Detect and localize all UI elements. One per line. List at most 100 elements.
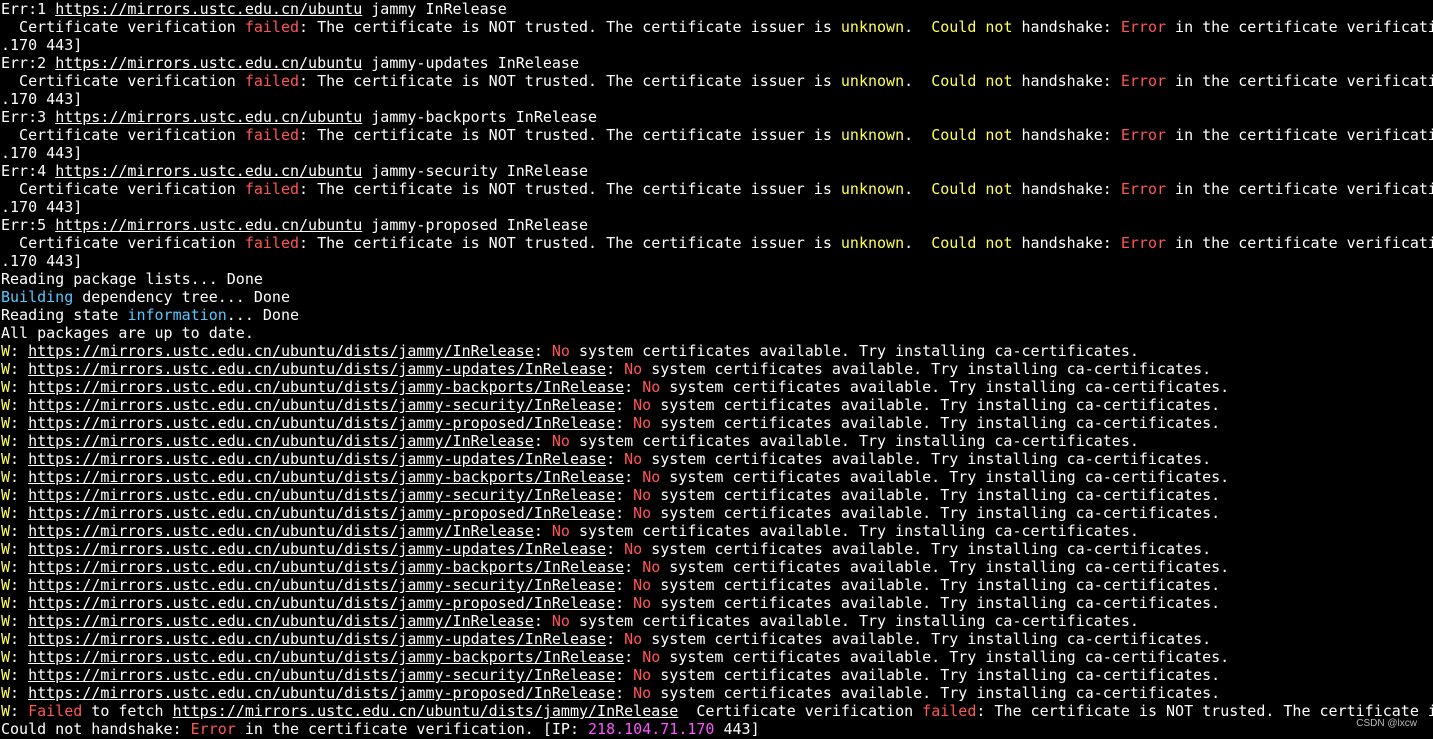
terminal-text: system certificates available. Try insta… <box>651 684 1221 702</box>
terminal-line: Could not handshake: Error in the certif… <box>1 720 1433 738</box>
terminal-url[interactable]: https://mirrors.ustc.edu.cn/ubuntu/dists… <box>28 432 534 450</box>
terminal-url[interactable]: https://mirrors.ustc.edu.cn/ubuntu/dists… <box>173 702 679 720</box>
terminal-text: Certificate verification <box>1 126 245 144</box>
terminal-url[interactable]: https://mirrors.ustc.edu.cn/ubuntu/dists… <box>28 342 534 360</box>
terminal-text: : <box>624 648 643 666</box>
terminal-text: No <box>633 486 652 504</box>
terminal-text: No <box>633 504 652 522</box>
terminal-text: Certificate verification <box>1 180 245 198</box>
terminal-url[interactable]: https://mirrors.ustc.edu.cn/ubuntu/dists… <box>28 558 624 576</box>
terminal-text: Could not handshake: <box>1 720 191 738</box>
terminal-line: W: https://mirrors.ustc.edu.cn/ubuntu/di… <box>1 684 1433 702</box>
terminal-url[interactable]: https://mirrors.ustc.edu.cn/ubuntu/dists… <box>28 468 624 486</box>
terminal-text: .170 443] <box>1 36 83 54</box>
terminal-line: W: https://mirrors.ustc.edu.cn/ubuntu/di… <box>1 558 1433 576</box>
terminal-text: . <box>904 126 932 144</box>
terminal-url[interactable]: https://mirrors.ustc.edu.cn/ubuntu <box>55 54 362 72</box>
terminal-text: : <box>10 450 29 468</box>
terminal-text: : <box>10 684 29 702</box>
terminal-url[interactable]: https://mirrors.ustc.edu.cn/ubuntu/dists… <box>28 360 606 378</box>
terminal-url[interactable]: https://mirrors.ustc.edu.cn/ubuntu/dists… <box>28 648 624 666</box>
terminal-url[interactable]: https://mirrors.ustc.edu.cn/ubuntu/dists… <box>28 684 615 702</box>
terminal-text: Building <box>1 288 74 306</box>
terminal-url[interactable]: https://mirrors.ustc.edu.cn/ubuntu/dists… <box>28 540 606 558</box>
terminal-text: W <box>1 630 11 648</box>
terminal-text: . <box>904 18 932 36</box>
terminal-text: Error <box>1120 126 1167 144</box>
terminal-text: W <box>1 576 11 594</box>
terminal-line: W: https://mirrors.ustc.edu.cn/ubuntu/di… <box>1 396 1433 414</box>
terminal-text: : <box>615 594 634 612</box>
terminal-line: W: https://mirrors.ustc.edu.cn/ubuntu/di… <box>1 414 1433 432</box>
terminal-line: Certificate verification failed: The cer… <box>1 72 1433 90</box>
terminal-text: .170 443] <box>1 198 83 216</box>
terminal-text: unknown <box>840 126 905 144</box>
terminal-text: Error <box>1120 234 1167 252</box>
terminal-text: 218.104.71.170 <box>588 720 715 738</box>
terminal-text: system certificates available. Try insta… <box>569 342 1139 360</box>
terminal-line: Err:2 https://mirrors.ustc.edu.cn/ubuntu… <box>1 54 1433 72</box>
terminal-url[interactable]: https://mirrors.ustc.edu.cn/ubuntu <box>55 0 362 18</box>
terminal-line: W: https://mirrors.ustc.edu.cn/ubuntu/di… <box>1 594 1433 612</box>
terminal-text: in the certificate verificati <box>1166 18 1433 36</box>
terminal-text: No <box>551 522 570 540</box>
terminal-text: Err:2 <box>1 54 56 72</box>
terminal-line: W: https://mirrors.ustc.edu.cn/ubuntu/di… <box>1 486 1433 504</box>
terminal-line: W: https://mirrors.ustc.edu.cn/ubuntu/di… <box>1 576 1433 594</box>
terminal-url[interactable]: https://mirrors.ustc.edu.cn/ubuntu/dists… <box>28 504 615 522</box>
terminal-text: : The certificate is NOT trusted. The ce… <box>299 234 841 252</box>
terminal-text: : <box>10 378 29 396</box>
terminal-line: W: https://mirrors.ustc.edu.cn/ubuntu/di… <box>1 666 1433 684</box>
terminal-line: W: Failed to fetch https://mirrors.ustc.… <box>1 702 1433 720</box>
terminal-text: : <box>10 396 29 414</box>
terminal-text: : <box>615 396 634 414</box>
terminal-url[interactable]: https://mirrors.ustc.edu.cn/ubuntu/dists… <box>28 396 615 414</box>
terminal-text: system certificates available. Try insta… <box>651 576 1221 594</box>
terminal-text: : <box>10 468 29 486</box>
terminal-text: W <box>1 522 11 540</box>
terminal-text: handshake: <box>1012 180 1121 198</box>
terminal-text: : <box>606 540 625 558</box>
terminal-url[interactable]: https://mirrors.ustc.edu.cn/ubuntu <box>55 162 362 180</box>
terminal-text: Error <box>1120 18 1167 36</box>
terminal-text: : <box>615 666 634 684</box>
terminal-text: W <box>1 378 11 396</box>
terminal-url[interactable]: https://mirrors.ustc.edu.cn/ubuntu/dists… <box>28 450 606 468</box>
terminal-url[interactable]: https://mirrors.ustc.edu.cn/ubuntu/dists… <box>28 486 615 504</box>
terminal-text: : <box>615 504 634 522</box>
terminal-url[interactable]: https://mirrors.ustc.edu.cn/ubuntu/dists… <box>28 522 534 540</box>
terminal-url[interactable]: https://mirrors.ustc.edu.cn/ubuntu/dists… <box>28 666 615 684</box>
terminal-text: W <box>1 504 11 522</box>
terminal-text: unknown <box>840 180 905 198</box>
terminal-line: W: https://mirrors.ustc.edu.cn/ubuntu/di… <box>1 504 1433 522</box>
terminal-text: dependency tree... Done <box>73 288 290 306</box>
terminal-text: Could not <box>931 234 1013 252</box>
terminal-line: W: https://mirrors.ustc.edu.cn/ubuntu/di… <box>1 522 1433 540</box>
terminal-text: : <box>615 414 634 432</box>
terminal-text: W <box>1 684 11 702</box>
terminal-url[interactable]: https://mirrors.ustc.edu.cn/ubuntu/dists… <box>28 630 606 648</box>
terminal-output[interactable]: Err:1 https://mirrors.ustc.edu.cn/ubuntu… <box>1 0 1433 739</box>
terminal-text: system certificates available. Try insta… <box>660 558 1230 576</box>
terminal-text: Err:4 <box>1 162 56 180</box>
terminal-text: : <box>624 468 643 486</box>
terminal-text: system certificates available. Try insta… <box>569 522 1139 540</box>
terminal-text: W <box>1 432 11 450</box>
terminal-text: system certificates available. Try insta… <box>660 468 1230 486</box>
terminal-text: Certificate verification <box>1 72 245 90</box>
terminal-url[interactable]: https://mirrors.ustc.edu.cn/ubuntu/dists… <box>28 594 615 612</box>
terminal-url[interactable]: https://mirrors.ustc.edu.cn/ubuntu/dists… <box>28 576 615 594</box>
terminal-text: unknown <box>840 18 905 36</box>
terminal-url[interactable]: https://mirrors.ustc.edu.cn/ubuntu <box>55 216 362 234</box>
terminal-url[interactable]: https://mirrors.ustc.edu.cn/ubuntu/dists… <box>28 414 615 432</box>
terminal-url[interactable]: https://mirrors.ustc.edu.cn/ubuntu/dists… <box>28 612 534 630</box>
terminal-text: system certificates available. Try insta… <box>651 594 1221 612</box>
terminal-text: No <box>551 342 570 360</box>
terminal-url[interactable]: https://mirrors.ustc.edu.cn/ubuntu/dists… <box>28 378 624 396</box>
terminal-text: in the certificate verificati <box>1166 180 1433 198</box>
terminal-url[interactable]: https://mirrors.ustc.edu.cn/ubuntu <box>55 108 362 126</box>
terminal-text: W <box>1 450 11 468</box>
terminal-text: : <box>10 414 29 432</box>
terminal-line: Certificate verification failed: The cer… <box>1 234 1433 252</box>
terminal-text: W <box>1 396 11 414</box>
